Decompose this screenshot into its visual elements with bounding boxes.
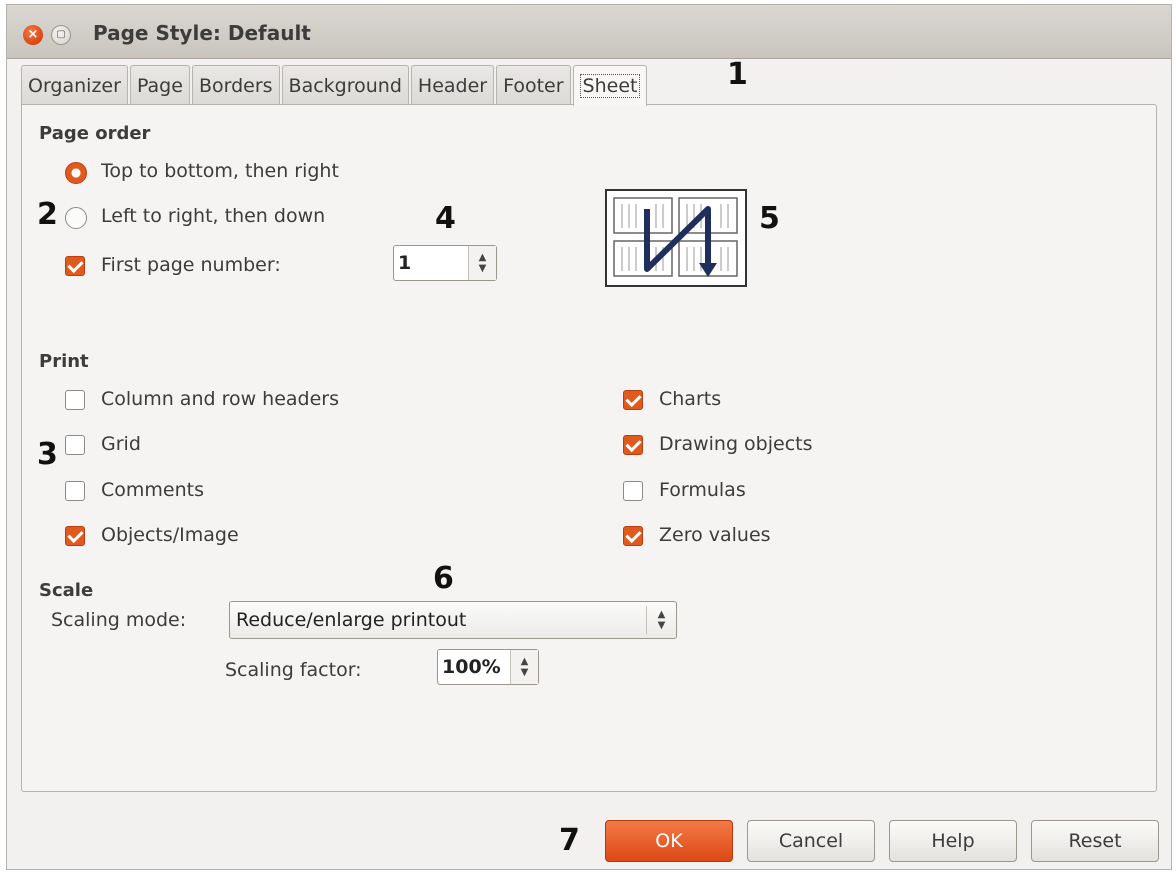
first-page-number-label[interactable]: First page number: <box>101 254 281 276</box>
radio-left-to-right-label[interactable]: Left to right, then down <box>101 205 325 227</box>
callout-3: 3 <box>37 437 58 472</box>
cancel-button[interactable]: Cancel <box>747 820 875 862</box>
callout-6: 6 <box>433 561 454 596</box>
tab-sheet-label: Sheet <box>579 74 641 98</box>
drawing-objects-checkbox[interactable] <box>623 435 643 455</box>
scaling-mode-label: Scaling mode: <box>51 609 187 631</box>
scaling-mode-select[interactable]: Reduce/enlarge printout ▲ ▼ <box>229 601 677 639</box>
ok-button[interactable]: OK <box>605 820 733 862</box>
combo-arrows-icon[interactable]: ▲ ▼ <box>646 606 676 634</box>
charts-label[interactable]: Charts <box>659 388 721 410</box>
help-button[interactable]: Help <box>889 820 1017 862</box>
title-bar: × ▢ Page Style: Default <box>7 5 1171 59</box>
first-page-number-checkbox[interactable] <box>65 256 85 276</box>
scale-heading: Scale <box>39 580 94 601</box>
callout-2: 2 <box>37 197 58 232</box>
tab-header[interactable]: Header <box>410 65 495 105</box>
page-order-heading: Page order <box>39 123 151 144</box>
charts-checkbox[interactable] <box>623 390 643 410</box>
column-row-headers-checkbox[interactable] <box>65 390 85 410</box>
print-heading: Print <box>39 351 89 372</box>
tab-page[interactable]: Page <box>129 65 190 105</box>
first-page-number-value[interactable]: 1 <box>394 246 468 280</box>
tab-footer[interactable]: Footer <box>496 65 571 105</box>
grid-label[interactable]: Grid <box>101 433 141 455</box>
scaling-mode-value: Reduce/enlarge printout <box>236 609 467 631</box>
scaling-factor-spinner[interactable]: 100% ▲ ▼ <box>437 649 539 685</box>
drawing-objects-label[interactable]: Drawing objects <box>659 433 813 455</box>
comments-checkbox[interactable] <box>65 481 85 501</box>
close-window-icon[interactable]: × <box>23 25 43 45</box>
scaling-factor-value[interactable]: 100% <box>438 650 510 684</box>
spin-arrows-icon[interactable]: ▲ ▼ <box>468 246 496 280</box>
formulas-label[interactable]: Formulas <box>659 479 746 501</box>
radio-top-to-bottom[interactable] <box>65 162 87 184</box>
window-title: Page Style: Default <box>93 21 311 45</box>
page-style-dialog: × ▢ Page Style: Default Organizer Page B… <box>6 4 1172 870</box>
spin-arrows-icon[interactable]: ▲ ▼ <box>510 650 538 684</box>
objects-image-checkbox[interactable] <box>65 526 85 546</box>
tab-background[interactable]: Background <box>281 65 409 105</box>
first-page-number-spinner[interactable]: 1 ▲ ▼ <box>393 245 497 281</box>
tab-bar: Organizer Page Borders Background Header… <box>21 65 649 106</box>
callout-4: 4 <box>435 201 456 236</box>
callout-1: 1 <box>727 57 748 92</box>
callout-5: 5 <box>759 201 780 236</box>
page-order-preview <box>605 189 747 287</box>
tab-borders[interactable]: Borders <box>191 65 280 105</box>
maximize-window-icon[interactable]: ▢ <box>51 25 71 45</box>
page-order-preview-icon <box>613 197 738 277</box>
zero-values-checkbox[interactable] <box>623 526 643 546</box>
radio-left-to-right[interactable] <box>65 207 87 229</box>
scaling-factor-label: Scaling factor: <box>225 659 362 681</box>
column-row-headers-label[interactable]: Column and row headers <box>101 388 339 410</box>
comments-label[interactable]: Comments <box>101 479 204 501</box>
tab-sheet[interactable]: Sheet <box>572 65 648 106</box>
objects-image-label[interactable]: Objects/Image <box>101 524 239 546</box>
callout-7: 7 <box>559 823 580 858</box>
radio-top-to-bottom-label[interactable]: Top to bottom, then right <box>101 160 339 182</box>
grid-checkbox[interactable] <box>65 435 85 455</box>
formulas-checkbox[interactable] <box>623 481 643 501</box>
reset-button[interactable]: Reset <box>1031 820 1159 862</box>
zero-values-label[interactable]: Zero values <box>659 524 771 546</box>
tab-organizer[interactable]: Organizer <box>21 65 128 105</box>
